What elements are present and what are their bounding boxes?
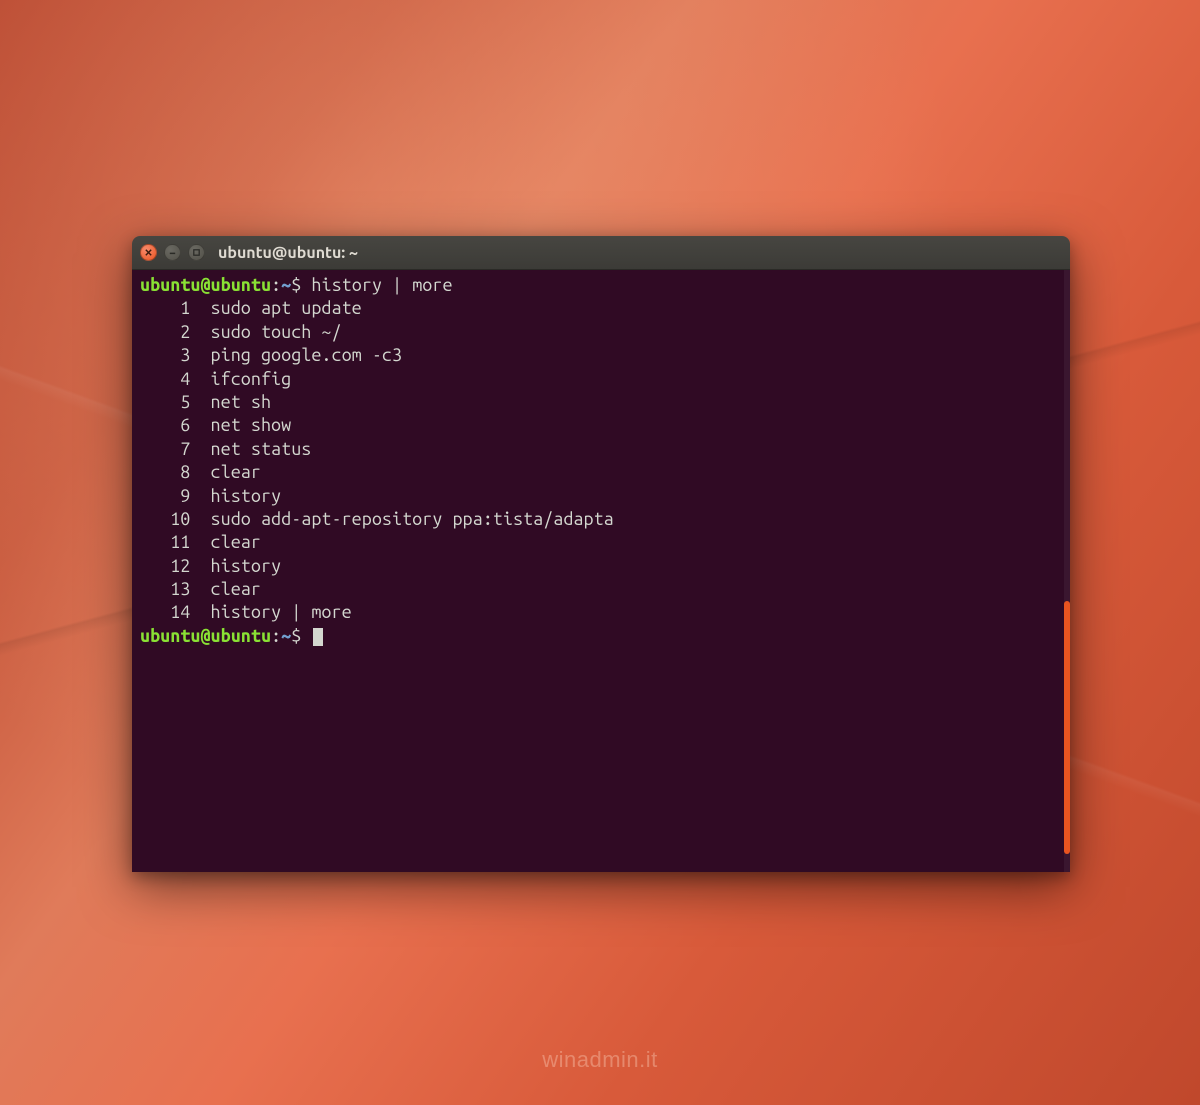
prompt-path: ~: [281, 275, 291, 295]
history-command: history | more: [190, 602, 351, 622]
history-command: sudo apt update: [190, 298, 361, 318]
history-line: 6 net show: [140, 414, 1062, 437]
prompt-colon: :: [271, 626, 281, 646]
history-line: 2 sudo touch ~/: [140, 321, 1062, 344]
history-command: clear: [190, 579, 261, 599]
history-line: 9 history: [140, 485, 1062, 508]
watermark: winadmin.it: [542, 1047, 658, 1073]
terminal-body[interactable]: ubuntu@ubuntu:~$ history | more 1 sudo a…: [132, 270, 1070, 872]
prompt-user-host: ubuntu@ubuntu: [140, 275, 271, 295]
window-title: ubuntu@ubuntu: ~: [218, 244, 358, 262]
prompt-user-host: ubuntu@ubuntu: [140, 626, 271, 646]
history-command: ifconfig: [190, 369, 291, 389]
history-number: 6: [140, 414, 190, 437]
scrollbar-thumb[interactable]: [1064, 601, 1070, 854]
history-line: 14 history | more: [140, 601, 1062, 624]
maximize-button[interactable]: [188, 244, 205, 261]
history-output: 1 sudo apt update2 sudo touch ~/3 ping g…: [140, 297, 1062, 624]
history-number: 10: [140, 508, 190, 531]
history-line: 8 clear: [140, 461, 1062, 484]
history-line: 4 ifconfig: [140, 368, 1062, 391]
prompt-symbol: $: [291, 626, 301, 646]
close-button[interactable]: [140, 244, 157, 261]
terminal-prompt-line: ubuntu@ubuntu:~$ history | more: [140, 274, 1062, 297]
prompt-symbol: $: [291, 275, 301, 295]
history-command: sudo add-apt-repository ppa:tista/adapta: [190, 509, 613, 529]
history-number: 13: [140, 578, 190, 601]
history-command: clear: [190, 462, 261, 482]
history-line: 12 history: [140, 555, 1062, 578]
history-command: net sh: [190, 392, 271, 412]
history-number: 7: [140, 438, 190, 461]
history-number: 12: [140, 555, 190, 578]
scrollbar-track[interactable]: [1064, 270, 1070, 872]
history-number: 1: [140, 297, 190, 320]
history-command: history: [190, 486, 281, 506]
history-line: 5 net sh: [140, 391, 1062, 414]
history-line: 11 clear: [140, 531, 1062, 554]
minimize-button[interactable]: [164, 244, 181, 261]
history-line: 10 sudo add-apt-repository ppa:tista/ada…: [140, 508, 1062, 531]
history-number: 11: [140, 531, 190, 554]
terminal-window: ubuntu@ubuntu: ~ ubuntu@ubuntu:~$ histor…: [132, 236, 1070, 872]
history-command: ping google.com -c3: [190, 345, 402, 365]
history-number: 8: [140, 461, 190, 484]
history-command: net status: [190, 439, 311, 459]
history-line: 3 ping google.com -c3: [140, 344, 1062, 367]
terminal-prompt-line-current: ubuntu@ubuntu:~$: [140, 625, 1062, 648]
history-number: 2: [140, 321, 190, 344]
history-command: sudo touch ~/: [190, 322, 341, 342]
history-number: 3: [140, 344, 190, 367]
history-command: net show: [190, 415, 291, 435]
history-number: 14: [140, 601, 190, 624]
terminal-cursor: [313, 628, 323, 646]
history-number: 5: [140, 391, 190, 414]
history-number: 4: [140, 368, 190, 391]
history-line: 1 sudo apt update: [140, 297, 1062, 320]
command-input: history | more: [301, 275, 452, 295]
prompt-path: ~: [281, 626, 291, 646]
history-line: 7 net status: [140, 438, 1062, 461]
history-command: history: [190, 556, 281, 576]
history-number: 9: [140, 485, 190, 508]
prompt-colon: :: [271, 275, 281, 295]
history-command: clear: [190, 532, 261, 552]
window-controls: [140, 244, 205, 261]
title-bar[interactable]: ubuntu@ubuntu: ~: [132, 236, 1070, 270]
history-line: 13 clear: [140, 578, 1062, 601]
